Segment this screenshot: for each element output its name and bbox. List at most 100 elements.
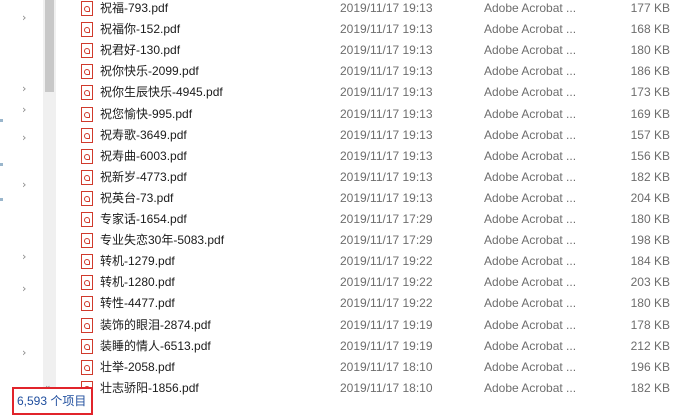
file-name: 祝你生辰快乐-4945.pdf bbox=[100, 85, 223, 100]
file-modified-date: 2019/11/17 19:13 bbox=[340, 148, 433, 163]
file-type: Adobe Acrobat ... bbox=[484, 233, 577, 248]
file-row[interactable]: 祝英台-73.pdf 2019/11/17 19:13 Adobe Acrobat … bbox=[56, 188, 684, 209]
expand-chevron-icon[interactable]: › bbox=[22, 346, 26, 359]
file-name: 祝新岁-4773.pdf bbox=[100, 169, 187, 184]
file-size: 182 KB bbox=[630, 380, 670, 395]
file-modified-date: 2019/11/17 19:13 bbox=[340, 106, 433, 121]
status-item-count: 6,593 个项目 bbox=[12, 387, 93, 415]
file-name: 祝君好-130.pdf bbox=[100, 43, 181, 58]
file-modified-date: 2019/11/17 19:13 bbox=[340, 190, 433, 205]
file-size: 184 KB bbox=[630, 254, 670, 269]
expand-chevron-icon[interactable]: › bbox=[22, 103, 26, 116]
file-modified-date: 2019/11/17 19:22 bbox=[340, 275, 433, 290]
file-modified-date: 2019/11/17 19:13 bbox=[340, 85, 433, 100]
file-name: 装饰的眼泪-2874.pdf bbox=[100, 317, 211, 332]
file-row[interactable]: 壮志骄阳-1856.pdf 2019/11/17 18:10 Adobe Acrob… bbox=[56, 378, 684, 399]
file-type: Adobe Acrobat ... bbox=[484, 148, 577, 163]
file-row[interactable]: 装饰的眼泪-2874.pdf 2019/11/17 19:19 Adobe Acro… bbox=[56, 315, 684, 336]
expand-chevron-icon[interactable]: › bbox=[22, 178, 26, 191]
expand-chevron-icon[interactable]: › bbox=[22, 131, 26, 144]
expand-chevron-icon[interactable]: › bbox=[22, 11, 26, 24]
file-modified-date: 2019/11/17 19:13 bbox=[340, 64, 433, 79]
expand-chevron-icon[interactable]: › bbox=[22, 282, 26, 295]
file-type: Adobe Acrobat ... bbox=[484, 359, 577, 374]
nav-scrollbar[interactable] bbox=[43, 0, 56, 392]
file-name: 祝您愉快-995.pdf bbox=[100, 106, 193, 121]
file-modified-date: 2019/11/17 19:13 bbox=[340, 43, 433, 58]
file-row[interactable]: 祝寿歌-3649.pdf 2019/11/17 19:13 Adobe Acroba… bbox=[56, 125, 684, 146]
file-row[interactable]: 祝您愉快-995.pdf 2019/11/17 19:13 Adobe Acroba… bbox=[56, 104, 684, 125]
file-row[interactable]: 转机-1279.pdf 2019/11/17 19:22 Adobe Acrobat… bbox=[56, 251, 684, 272]
pdf-file-icon bbox=[81, 1, 93, 16]
file-type: Adobe Acrobat ... bbox=[484, 275, 577, 290]
file-row[interactable]: 装睡的情人-6513.pdf 2019/11/17 19:19 Adobe Acro… bbox=[56, 336, 684, 357]
file-row[interactable]: 转性-4477.pdf 2019/11/17 19:22 Adobe Acrobat… bbox=[56, 293, 684, 314]
file-type: Adobe Acrobat ... bbox=[484, 296, 577, 311]
file-modified-date: 2019/11/17 18:10 bbox=[340, 359, 433, 374]
file-type: Adobe Acrobat ... bbox=[484, 64, 577, 79]
file-type: Adobe Acrobat ... bbox=[484, 1, 577, 15]
file-name: 专家话-1654.pdf bbox=[100, 212, 187, 226]
file-type: Adobe Acrobat ... bbox=[484, 380, 577, 395]
pdf-file-icon bbox=[81, 359, 93, 375]
file-row[interactable]: 祝寿曲-6003.pdf 2019/11/17 19:13 Adobe Acroba… bbox=[56, 146, 684, 167]
pdf-file-icon bbox=[81, 212, 93, 227]
file-type: Adobe Acrobat ... bbox=[484, 212, 577, 226]
file-row[interactable]: 转机-1280.pdf 2019/11/17 19:22 Adobe Acrobat… bbox=[56, 272, 684, 293]
file-row[interactable]: 祝君好-130.pdf 2019/11/17 19:13 Adobe Acrobat… bbox=[56, 40, 684, 61]
file-type: Adobe Acrobat ... bbox=[484, 169, 577, 184]
file-row[interactable]: 祝新岁-4773.pdf 2019/11/17 19:13 Adobe Acroba… bbox=[56, 167, 684, 188]
pdf-file-icon bbox=[81, 106, 93, 122]
file-name: 转性-4477.pdf bbox=[100, 296, 175, 311]
expand-chevron-icon[interactable]: › bbox=[22, 82, 26, 95]
file-size: 156 KB bbox=[630, 148, 670, 163]
file-modified-date: 2019/11/17 19:19 bbox=[340, 338, 433, 353]
file-name: 祝寿曲-6003.pdf bbox=[100, 148, 187, 163]
file-modified-date: 2019/11/17 19:13 bbox=[340, 1, 433, 15]
file-row[interactable]: 祝你快乐-2099.pdf 2019/11/17 19:13 Adobe Acrob… bbox=[56, 61, 684, 82]
file-size: 168 KB bbox=[630, 22, 670, 37]
pdf-file-icon bbox=[81, 85, 93, 101]
file-name: 祝福-793.pdf bbox=[100, 1, 169, 15]
file-size: 198 KB bbox=[630, 233, 670, 248]
file-modified-date: 2019/11/17 19:13 bbox=[340, 22, 433, 37]
file-type: Adobe Acrobat ... bbox=[484, 106, 577, 121]
file-row[interactable]: 专业失恋30年-5083.pdf 2019/11/17 17:29 Adobe Ac… bbox=[56, 230, 684, 251]
pdf-file-icon bbox=[81, 254, 93, 270]
file-size: 178 KB bbox=[630, 317, 670, 332]
file-type: Adobe Acrobat ... bbox=[484, 254, 577, 269]
nav-edge-marker bbox=[0, 163, 3, 166]
file-size: 177 KB bbox=[630, 1, 670, 15]
file-modified-date: 2019/11/17 17:29 bbox=[340, 212, 433, 226]
file-name: 装睡的情人-6513.pdf bbox=[100, 338, 211, 353]
file-type: Adobe Acrobat ... bbox=[484, 85, 577, 100]
file-size: 169 KB bbox=[630, 106, 670, 121]
pdf-file-icon bbox=[81, 296, 93, 312]
file-row[interactable]: 壮举-2058.pdf 2019/11/17 18:10 Adobe Acrobat… bbox=[56, 357, 684, 378]
file-type: Adobe Acrobat ... bbox=[484, 190, 577, 205]
pdf-file-icon bbox=[81, 64, 93, 80]
file-size: 180 KB bbox=[630, 296, 670, 311]
file-type: Adobe Acrobat ... bbox=[484, 22, 577, 37]
file-modified-date: 2019/11/17 19:19 bbox=[340, 317, 433, 332]
file-type: Adobe Acrobat ... bbox=[484, 317, 577, 332]
file-list: 祝福-793.pdf 2019/11/17 19:13 Adobe Acrobat … bbox=[56, 0, 684, 396]
file-name: 转机-1280.pdf bbox=[100, 275, 175, 290]
pdf-file-icon bbox=[81, 43, 93, 59]
file-type: Adobe Acrobat ... bbox=[484, 43, 577, 58]
pdf-file-icon bbox=[81, 22, 93, 38]
file-row[interactable]: 祝福-793.pdf 2019/11/17 19:13 Adobe Acrobat … bbox=[56, 0, 684, 19]
navigation-pane: › › › › › › › › bbox=[0, 0, 42, 392]
file-size: 186 KB bbox=[630, 64, 670, 79]
pdf-file-icon bbox=[81, 190, 93, 206]
file-name: 专业失恋30年-5083.pdf bbox=[100, 233, 225, 248]
file-name: 祝福你-152.pdf bbox=[100, 22, 181, 37]
expand-chevron-icon[interactable]: › bbox=[22, 250, 26, 263]
nav-scrollbar-thumb[interactable] bbox=[45, 0, 54, 92]
file-modified-date: 2019/11/17 19:22 bbox=[340, 296, 433, 311]
file-row[interactable]: 祝你生辰快乐-4945.pdf 2019/11/17 19:13 Adobe Acr… bbox=[56, 82, 684, 103]
file-row[interactable]: 专家话-1654.pdf 2019/11/17 17:29 Adobe Acroba… bbox=[56, 209, 684, 230]
file-row[interactable]: 祝福你-152.pdf 2019/11/17 19:13 Adobe Acrobat… bbox=[56, 19, 684, 40]
file-size: 180 KB bbox=[630, 43, 670, 58]
file-size: 203 KB bbox=[630, 275, 670, 290]
